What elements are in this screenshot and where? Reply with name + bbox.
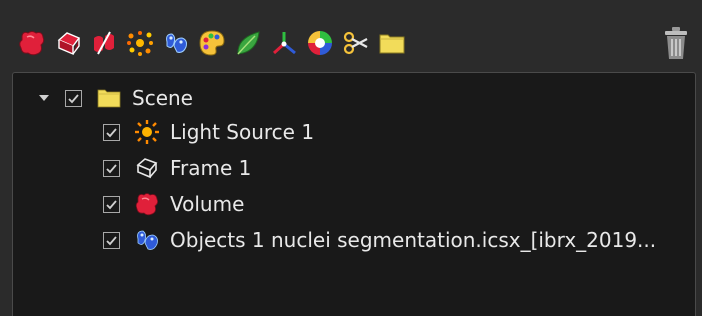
volume-tool-icon xyxy=(19,31,45,56)
scene-panel: Scene Light Source 1 Frame 1 Volume Obje… xyxy=(0,0,702,316)
frame-tool-button[interactable] xyxy=(52,26,84,60)
trash-icon xyxy=(665,27,687,59)
frame-label: Frame 1 xyxy=(170,156,252,180)
leaf-tool-button[interactable] xyxy=(232,26,264,60)
folder-icon xyxy=(96,85,122,111)
checkmark-icon xyxy=(106,199,117,209)
volume-tool-button[interactable] xyxy=(16,26,48,60)
scene-tree: Scene Light Source 1 Frame 1 Volume Obje… xyxy=(12,72,696,316)
scissors-tool-icon xyxy=(343,31,368,55)
scene-label: Scene xyxy=(132,86,193,110)
color-palette-tool-icon xyxy=(199,30,225,56)
tree-row-objects[interactable]: Objects 1 nuclei segmentation.icsx_[ibrx… xyxy=(103,223,656,257)
scene-checkbox[interactable] xyxy=(65,89,82,107)
leaf-tool-icon xyxy=(237,31,260,55)
tree-row-light-source[interactable]: Light Source 1 xyxy=(103,115,314,149)
axes-tool-button[interactable] xyxy=(268,26,300,60)
volume-icon xyxy=(134,191,160,217)
clipping-plane-tool-button[interactable] xyxy=(88,26,120,60)
checkmark-icon xyxy=(68,93,79,103)
color-wheel-tool-button[interactable] xyxy=(304,26,336,60)
folder-tool-button[interactable] xyxy=(376,26,408,60)
toolbar xyxy=(0,0,702,70)
tree-row-volume[interactable]: Volume xyxy=(103,187,244,221)
objects-tool-icon xyxy=(166,33,187,53)
scissors-tool-button[interactable] xyxy=(340,26,372,60)
color-palette-tool-button[interactable] xyxy=(196,26,228,60)
objects-checkbox[interactable] xyxy=(103,231,120,249)
checkmark-icon xyxy=(106,163,117,173)
trash-button[interactable] xyxy=(660,24,692,62)
light-source-icon xyxy=(134,119,160,145)
frame-checkbox[interactable] xyxy=(103,159,120,177)
objects-label: Objects 1 nuclei segmentation.icsx_[ibrx… xyxy=(170,228,657,252)
light-source-label: Light Source 1 xyxy=(170,120,315,144)
checkmark-icon xyxy=(106,127,117,137)
objects-tool-button[interactable] xyxy=(160,26,192,60)
expand-arrow-icon[interactable] xyxy=(35,81,53,115)
volume-label: Volume xyxy=(170,192,245,216)
color-wheel-tool-icon xyxy=(308,31,332,55)
spots-tool-icon xyxy=(127,31,153,56)
frame-icon xyxy=(134,155,160,181)
axes-tool-icon xyxy=(272,32,296,55)
objects-icon xyxy=(134,227,160,253)
frame-tool-icon xyxy=(57,32,81,56)
tree-row-frame[interactable]: Frame 1 xyxy=(103,151,251,185)
spots-tool-button[interactable] xyxy=(124,26,156,60)
folder-tool-icon xyxy=(379,34,405,54)
tree-row-scene[interactable]: Scene xyxy=(35,81,193,115)
checkmark-icon xyxy=(106,235,117,245)
clipping-plane-tool-icon xyxy=(94,31,114,55)
light-source-checkbox[interactable] xyxy=(103,123,120,141)
volume-checkbox[interactable] xyxy=(103,195,120,213)
